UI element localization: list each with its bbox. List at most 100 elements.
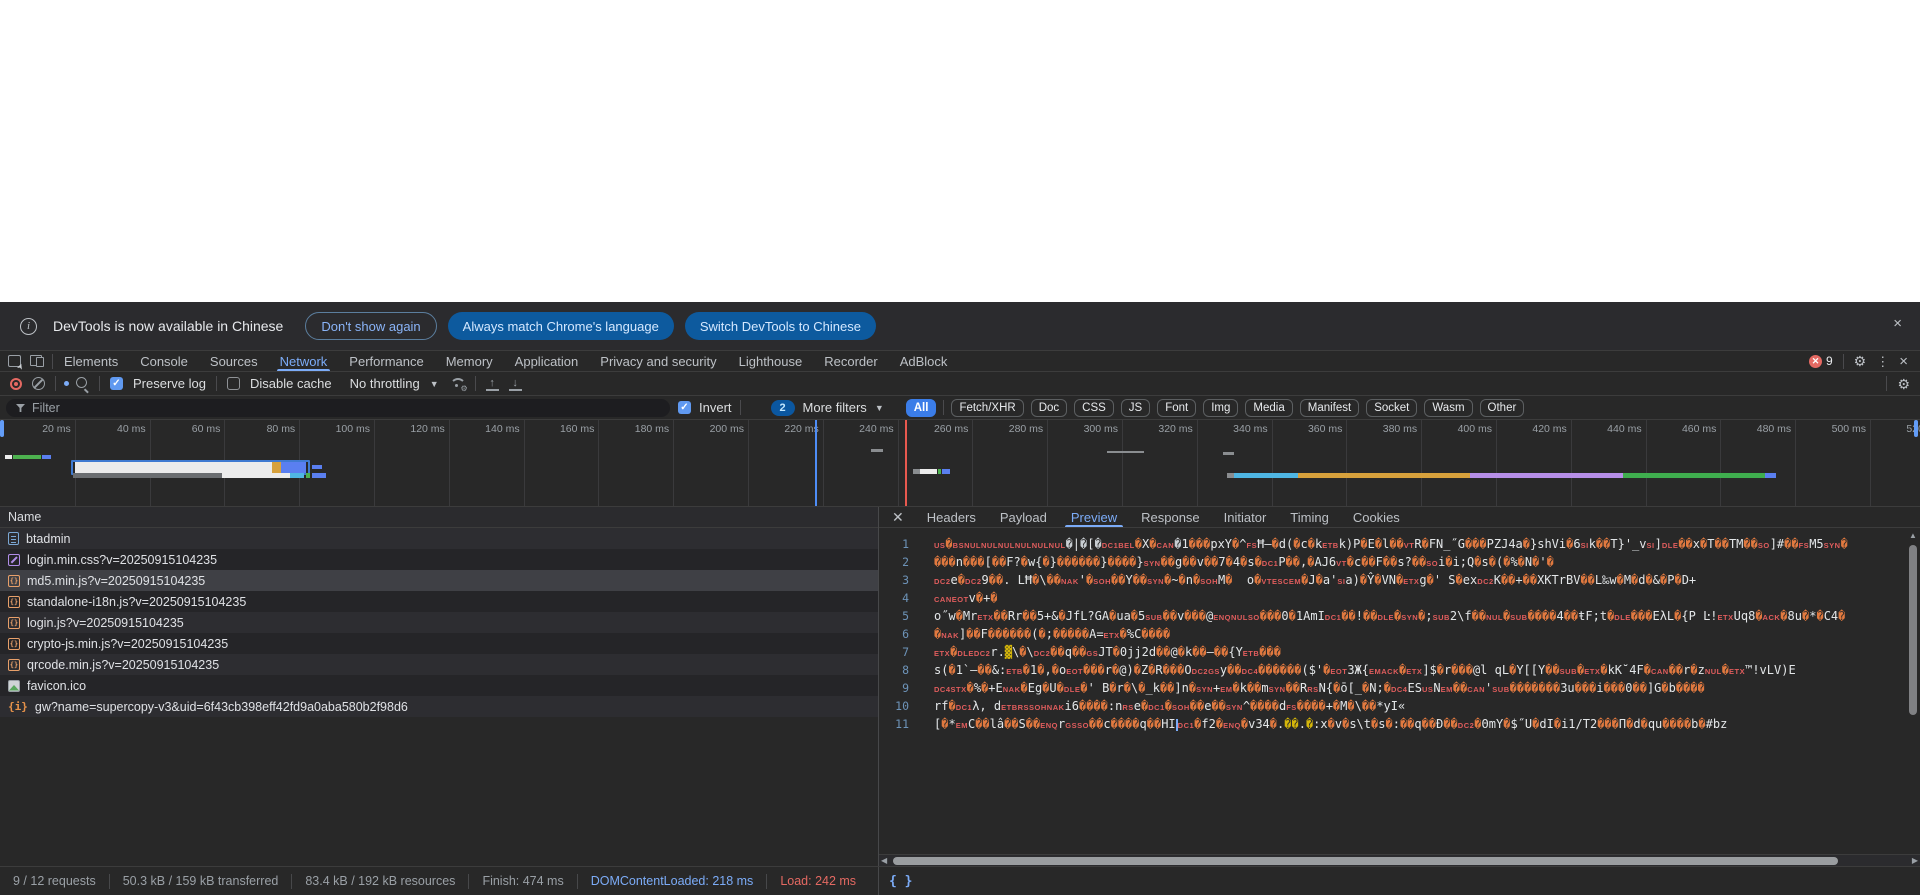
- tab-application[interactable]: Application: [504, 351, 590, 371]
- filter-chip-manifest[interactable]: Manifest: [1299, 398, 1360, 417]
- line-number: 6: [902, 627, 909, 641]
- panel-tabs: Elements Console Sources Network Performance…: [53, 351, 958, 371]
- filter-chip-js[interactable]: JS: [1120, 398, 1151, 417]
- tab-console[interactable]: Console: [129, 351, 199, 371]
- details-tab-timing[interactable]: Timing: [1278, 507, 1341, 527]
- request-row[interactable]: {} md5.min.js?v=20250915104235: [0, 570, 878, 591]
- details-tab-preview[interactable]: Preview: [1059, 507, 1129, 527]
- record-network-log-icon[interactable]: [10, 377, 22, 390]
- filter-input-box[interactable]: [6, 399, 670, 417]
- switch-to-chinese-button[interactable]: Switch DevTools to Chinese: [684, 312, 876, 340]
- tab-network[interactable]: Network: [269, 351, 339, 371]
- request-row[interactable]: {} login.js?v=20250915104235: [0, 612, 878, 633]
- preserve-log-checkbox[interactable]: ✓: [110, 377, 123, 390]
- load-marker: [905, 420, 908, 506]
- details-tab-initiator[interactable]: Initiator: [1212, 507, 1279, 527]
- more-filters-label[interactable]: More filters: [803, 400, 867, 415]
- filter-chip-socket[interactable]: Socket: [1366, 398, 1418, 417]
- filter-chip-fetch-xhr[interactable]: Fetch/XHR: [951, 398, 1024, 417]
- request-row[interactable]: {i} gw?name=supercopy-v3&uid=6f43cb398eff…: [0, 696, 878, 717]
- match-language-button[interactable]: Always match Chrome's language: [447, 312, 674, 340]
- preview-content[interactable]: 1 US�BSNULNULNULNULNULNUL�|�[�DC1BEL�X�CA…: [879, 528, 1907, 854]
- kebab-menu-icon[interactable]: ⋮: [1876, 355, 1889, 368]
- ruler-gridline: [1047, 420, 1049, 506]
- waterfall-bar-segment: [1297, 473, 1470, 478]
- disable-cache-checkbox[interactable]: [226, 377, 240, 390]
- filter-chip-css[interactable]: CSS: [1074, 398, 1114, 417]
- name-column-header[interactable]: Name: [0, 507, 878, 528]
- tab-privacy-and-security[interactable]: Privacy and security: [589, 351, 727, 371]
- invert-checkbox[interactable]: ✓: [678, 401, 691, 414]
- tab-recorder[interactable]: Recorder: [813, 351, 888, 371]
- request-row[interactable]: login.min.css?v=20250915104235: [0, 549, 878, 570]
- notification-close-icon[interactable]: ×: [1893, 316, 1902, 331]
- disable-cache-label[interactable]: Disable cache: [250, 376, 332, 391]
- tab-memory[interactable]: Memory: [435, 351, 504, 371]
- details-tab-cookies[interactable]: Cookies: [1341, 507, 1412, 527]
- details-tab-payload[interactable]: Payload: [988, 507, 1059, 527]
- chevron-down-icon[interactable]: ▼: [875, 403, 884, 413]
- domcontentloaded-marker: [815, 420, 818, 506]
- network-overview[interactable]: 20 ms 40 ms 60 ms 80 ms 100 ms 120 ms 140 ms 16…: [0, 420, 1920, 507]
- filter-chip-img[interactable]: Img: [1203, 398, 1239, 417]
- ruler-gridline: [748, 420, 749, 506]
- details-close-icon[interactable]: ✕: [879, 509, 915, 526]
- error-badge[interactable]: ✕ 9: [1808, 354, 1833, 368]
- request-row[interactable]: favicon.ico: [0, 675, 878, 696]
- import-har-icon[interactable]: ↑: [485, 377, 499, 391]
- preview-vertical-scrollbar[interactable]: ▲: [1907, 529, 1919, 853]
- horizontal-scroll-thumb[interactable]: [893, 857, 1838, 865]
- vertical-scroll-thumb[interactable]: [1909, 545, 1917, 715]
- network-conditions-icon[interactable]: [449, 377, 468, 393]
- tab-sources[interactable]: Sources: [199, 351, 269, 371]
- network-settings-gear-icon[interactable]: ⚙: [1897, 377, 1910, 391]
- network-statusbar: 9 / 12 requests 50.3 kB / 159 kB transfer…: [0, 866, 1920, 895]
- tab-lighthouse[interactable]: Lighthouse: [728, 351, 814, 371]
- chevron-down-icon[interactable]: ▼: [430, 379, 439, 389]
- js-file-icon: {}: [8, 637, 20, 650]
- tab-adblock[interactable]: AdBlock: [889, 351, 959, 371]
- scroll-up-icon[interactable]: ▲: [1907, 531, 1919, 540]
- devtools-close-icon[interactable]: ×: [1899, 354, 1908, 369]
- preview-line: 9 DC4STX�%�+ENAK�Eg�U�DLE�' B�r�\�_k��]n�…: [879, 679, 1907, 697]
- waterfall-bar-segment: [871, 449, 883, 452]
- scroll-right-icon[interactable]: ▶: [1912, 856, 1918, 865]
- preview-horizontal-scrollbar[interactable]: ◀ ▶: [879, 854, 1920, 866]
- inspect-element-icon[interactable]: [8, 355, 21, 367]
- ruler-tick-label: 20 ms: [42, 423, 71, 435]
- invert-label[interactable]: Invert: [699, 400, 732, 415]
- preserve-log-label[interactable]: Preserve log: [133, 376, 206, 391]
- details-tab-headers[interactable]: Headers: [915, 507, 988, 527]
- overview-left-handle[interactable]: [0, 420, 4, 437]
- search-icon[interactable]: [76, 377, 89, 390]
- filter-chip-other[interactable]: Other: [1479, 398, 1525, 417]
- export-har-icon[interactable]: ↓: [508, 377, 522, 391]
- filter-chip-media[interactable]: Media: [1245, 398, 1293, 417]
- network-filter-input[interactable]: [32, 401, 660, 415]
- throttling-select[interactable]: No throttling: [350, 376, 420, 391]
- css-file-icon: [8, 553, 20, 566]
- tab-elements[interactable]: Elements: [53, 351, 129, 371]
- ruler-tick-label: 180 ms: [634, 423, 670, 435]
- filter-chip-wasm[interactable]: Wasm: [1424, 398, 1473, 417]
- filter-chip-doc[interactable]: Doc: [1030, 398, 1068, 417]
- settings-gear-icon[interactable]: ⚙: [1854, 354, 1867, 368]
- scroll-left-icon[interactable]: ◀: [881, 856, 887, 865]
- clear-network-log-icon[interactable]: [32, 377, 45, 390]
- details-tab-response[interactable]: Response: [1129, 507, 1212, 527]
- device-toolbar-icon[interactable]: [30, 355, 44, 367]
- line-number: 10: [895, 699, 909, 713]
- preview-line: 6 �NAK]��F������(�;�����A=ETX�%C����: [879, 625, 1907, 643]
- request-row[interactable]: {} standalone-i18n.js?v=20250915104235: [0, 591, 878, 612]
- request-row[interactable]: {} crypto-js.min.js?v=20250915104235: [0, 633, 878, 654]
- request-name: standalone-i18n.js?v=20250915104235: [27, 594, 247, 609]
- dont-show-again-button[interactable]: Don't show again: [305, 312, 437, 340]
- overview-right-handle[interactable]: [1914, 420, 1918, 437]
- tab-performance[interactable]: Performance: [338, 351, 434, 371]
- request-row[interactable]: {} qrcode.min.js?v=20250915104235: [0, 654, 878, 675]
- request-row[interactable]: btadmin: [0, 528, 878, 549]
- format-braces-icon[interactable]: { }: [879, 874, 912, 889]
- filter-chip-font[interactable]: Font: [1157, 398, 1197, 417]
- waterfall-bar-segment: [13, 455, 42, 459]
- filter-chip-all[interactable]: All: [905, 398, 937, 417]
